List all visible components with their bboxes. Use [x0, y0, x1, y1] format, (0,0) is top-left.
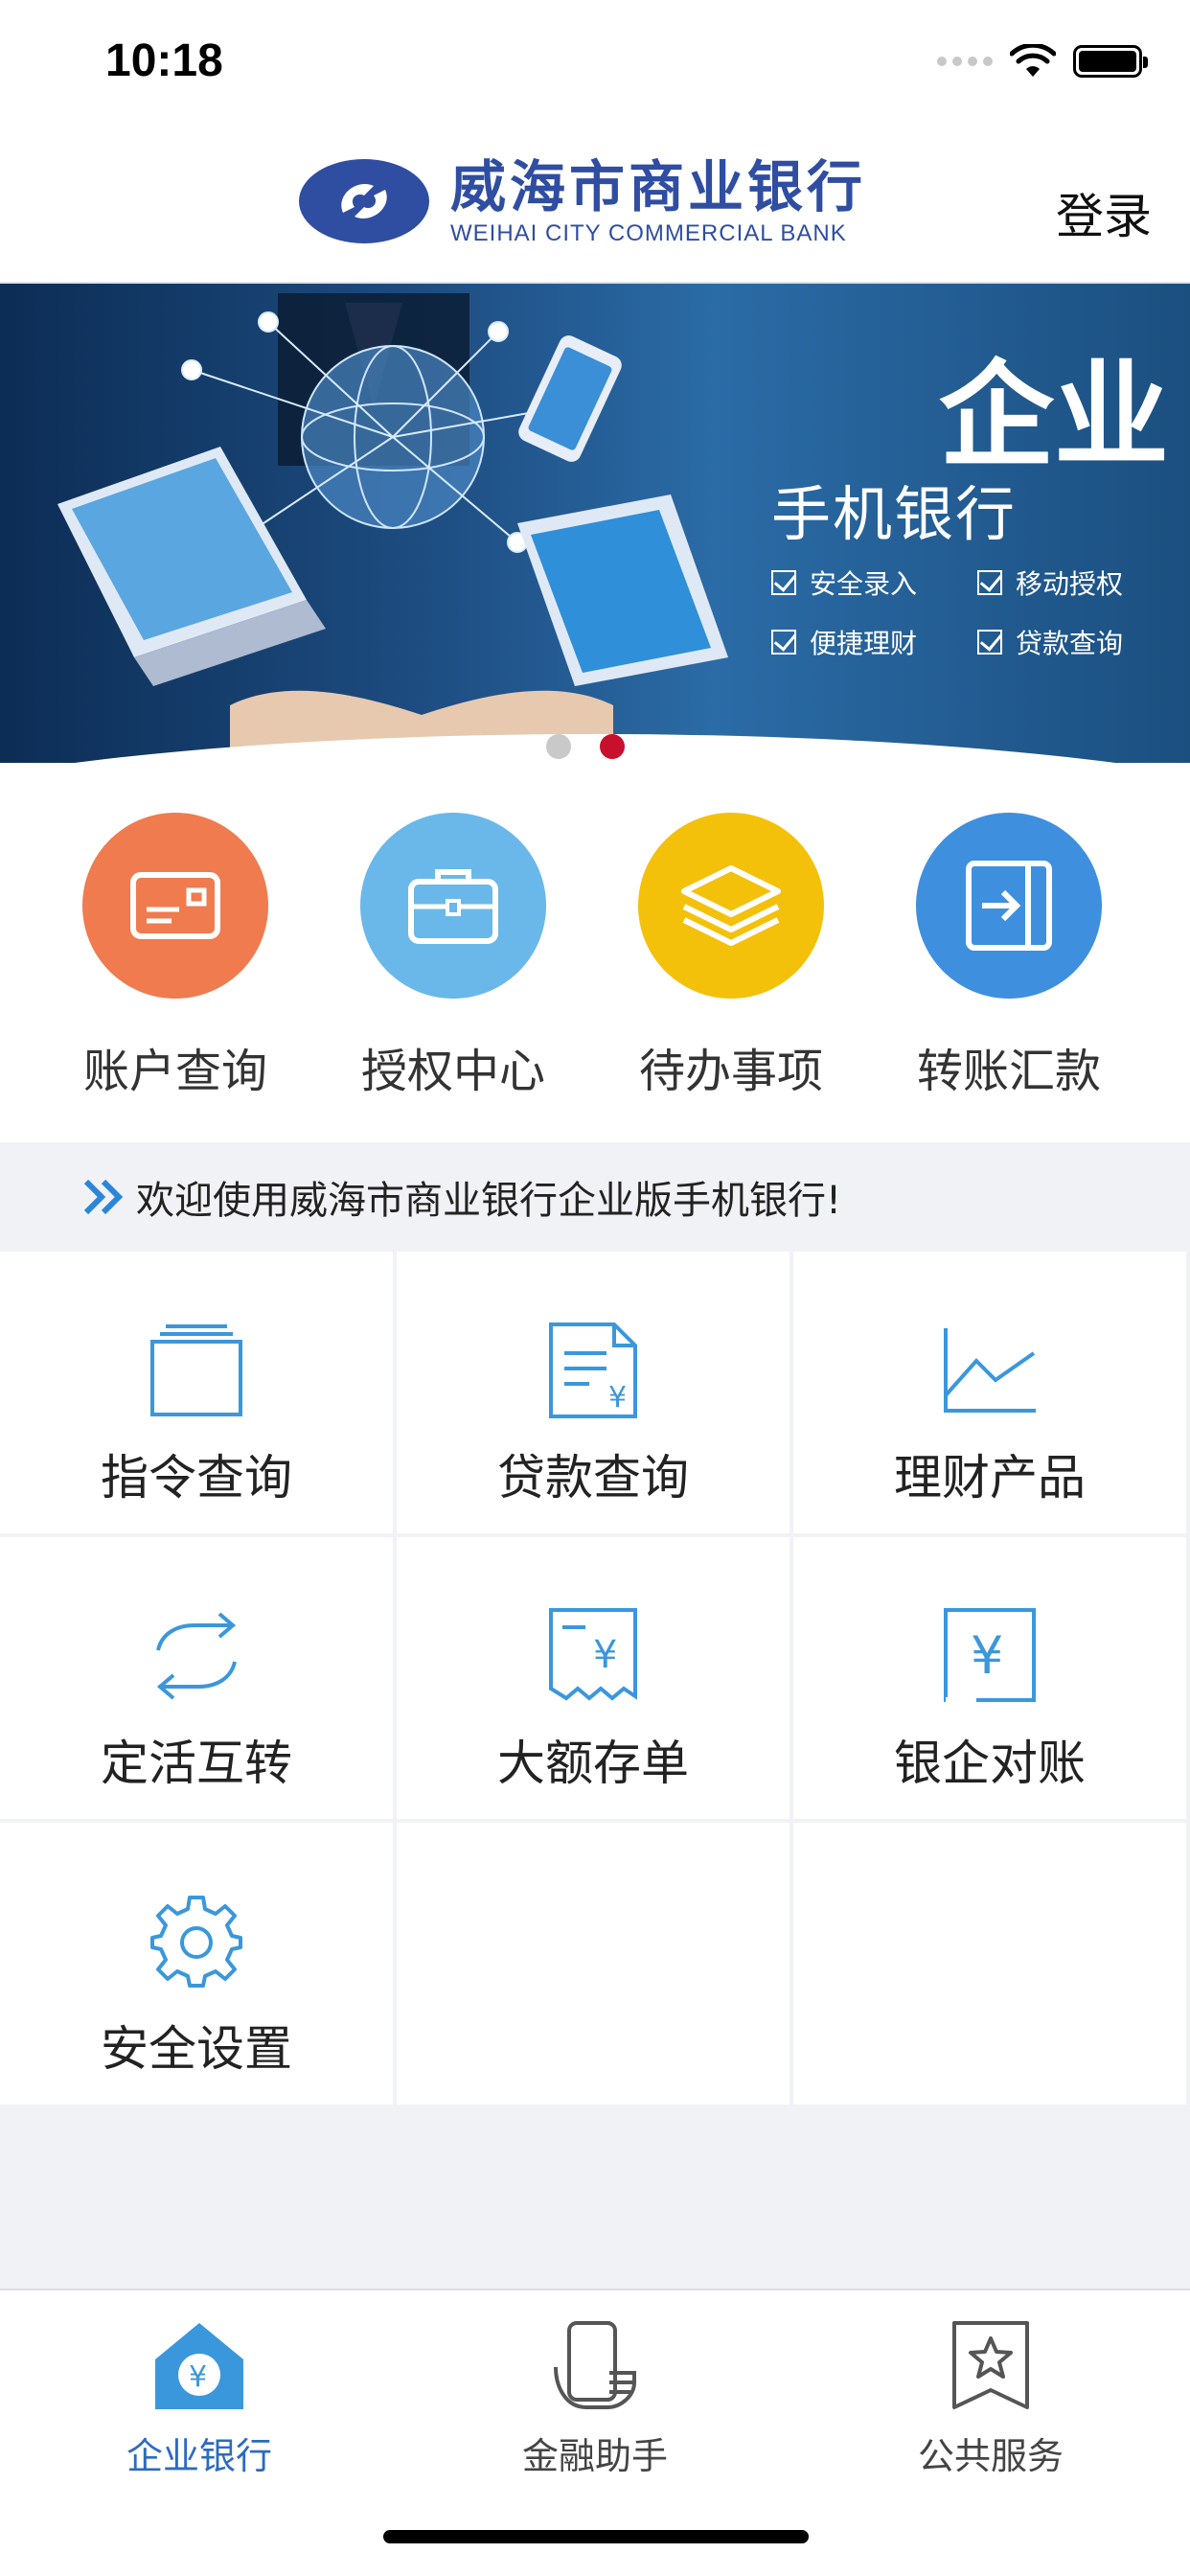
status-icons — [937, 44, 1148, 79]
swap-arrows-icon — [0, 1608, 393, 1704]
service-loan-query[interactable]: ¥ 贷款查询 — [397, 1252, 790, 1533]
tab-finance-assistant[interactable]: 金融助手 — [451, 2315, 739, 2479]
quick-action-account-query[interactable]: 账户查询 — [36, 813, 314, 1100]
star-bookmark-icon — [847, 2315, 1134, 2415]
promo-banner[interactable]: 企业 手机银行 安全录入 移动授权 便捷理财 贷款查询 — [0, 284, 1190, 763]
tab-enterprise-bank[interactable]: ¥ 企业银行 — [56, 2315, 343, 2479]
empty-grid-cell — [397, 1823, 790, 2104]
tab-label: 金融助手 — [521, 2435, 668, 2477]
briefcase-icon — [360, 813, 546, 999]
folder-icon — [0, 1322, 393, 1418]
statement-yuan-icon: ¥ — [793, 1608, 1186, 1704]
notice-text: 欢迎使用威海市商业银行企业版手机银行! — [136, 1179, 842, 1223]
service-demand-fixed-transfer[interactable]: 定活互转 — [0, 1537, 393, 1819]
quick-action-label: 账户查询 — [82, 1045, 267, 1098]
empty-grid-cell — [793, 1823, 1186, 2104]
battery-icon — [1073, 45, 1148, 78]
card-icon — [82, 813, 268, 999]
service-label: 银企对账 — [894, 1736, 1086, 1791]
checkbox-icon — [771, 630, 796, 655]
line-chart-icon — [793, 1322, 1186, 1418]
quick-action-transfer[interactable]: 转账汇款 — [870, 813, 1148, 1100]
checkbox-icon — [977, 570, 1002, 595]
service-label: 大额存单 — [497, 1736, 689, 1791]
banner-feature: 安全录入 — [771, 564, 917, 602]
quick-actions: 账户查询 授权中心 待办事项 转账汇款 — [0, 763, 1190, 1142]
logo-text: 威海市商业银行 WEIHAI CITY COMMERCIAL BANK — [450, 155, 866, 247]
banner-feature-label: 贷款查询 — [1016, 628, 1124, 659]
service-security-settings[interactable]: 安全设置 — [0, 1823, 393, 2104]
service-label: 理财产品 — [894, 1450, 1086, 1506]
service-label: 定活互转 — [101, 1736, 292, 1791]
login-button[interactable]: 登录 — [1056, 178, 1152, 247]
service-label: 指令查询 — [101, 1450, 292, 1506]
banner-feature: 便捷理财 — [771, 623, 917, 661]
checkbox-icon — [771, 570, 796, 595]
gear-icon — [0, 1894, 393, 1990]
receipt-yuan-icon: ¥ — [397, 1608, 790, 1704]
svg-text:¥: ¥ — [189, 2360, 207, 2394]
quick-action-label: 待办事项 — [638, 1045, 823, 1098]
double-chevron-right-icon — [83, 1179, 124, 1215]
banner-feature-label: 便捷理财 — [810, 628, 918, 659]
phone-hand-icon — [451, 2315, 739, 2415]
carousel-indicator — [0, 734, 1180, 759]
svg-text:¥: ¥ — [971, 1625, 1003, 1686]
quick-action-authorization[interactable]: 授权中心 — [314, 813, 592, 1100]
banner-feature-label: 安全录入 — [810, 568, 918, 600]
service-label: 安全设置 — [101, 2021, 292, 2077]
tab-public-services[interactable]: 公共服务 — [847, 2315, 1134, 2479]
status-bar: 10:18 — [0, 0, 1190, 126]
service-instruction-query[interactable]: 指令查询 — [0, 1252, 393, 1533]
service-label: 贷款查询 — [497, 1450, 689, 1506]
status-time: 10:18 — [105, 35, 223, 86]
service-large-deposit[interactable]: ¥ 大额存单 — [397, 1537, 790, 1819]
banner-feature-label: 移动授权 — [1016, 568, 1124, 600]
home-indicator[interactable] — [383, 2530, 809, 2543]
banner-big-title: 企业 — [939, 348, 1169, 483]
cellular-signal-icon — [937, 57, 993, 66]
quick-action-label: 转账汇款 — [916, 1045, 1101, 1098]
banner-feature: 贷款查询 — [977, 623, 1123, 661]
logo-text-cn: 威海市商业银行 — [450, 154, 867, 219]
service-bank-statement[interactable]: ¥ 银企对账 — [793, 1537, 1186, 1819]
bank-logo-icon — [299, 159, 429, 243]
quick-action-label: 授权中心 — [360, 1045, 545, 1098]
app-header: 威海市商业银行 WEIHAI CITY COMMERCIAL BANK 登录 — [0, 126, 1190, 284]
tab-label: 公共服务 — [917, 2435, 1064, 2477]
banner-title: 手机银行 — [771, 479, 1018, 549]
layers-icon — [638, 813, 824, 999]
checkbox-icon — [977, 630, 1002, 655]
banner-illustration — [57, 293, 728, 753]
service-wealth-products[interactable]: 理财产品 — [793, 1252, 1186, 1533]
bank-logo: 威海市商业银行 WEIHAI CITY COMMERCIAL BANK — [297, 155, 866, 247]
notice-bar: 欢迎使用威海市商业银行企业版手机银行! — [0, 1142, 1190, 1252]
carousel-dot[interactable] — [546, 734, 571, 759]
svg-text:¥: ¥ — [608, 1381, 627, 1414]
transfer-icon — [916, 813, 1102, 999]
carousel-dot-active[interactable] — [600, 734, 625, 759]
quick-action-todo[interactable]: 待办事项 — [592, 813, 870, 1100]
svg-text:¥: ¥ — [593, 1633, 617, 1677]
document-yuan-icon: ¥ — [397, 1322, 790, 1418]
banner-feature: 移动授权 — [977, 564, 1123, 602]
logo-text-en: WEIHAI CITY COMMERCIAL BANK — [450, 220, 847, 246]
wifi-icon — [1010, 44, 1056, 77]
tab-label: 企业银行 — [126, 2435, 272, 2477]
home-yuan-icon: ¥ — [56, 2315, 343, 2415]
